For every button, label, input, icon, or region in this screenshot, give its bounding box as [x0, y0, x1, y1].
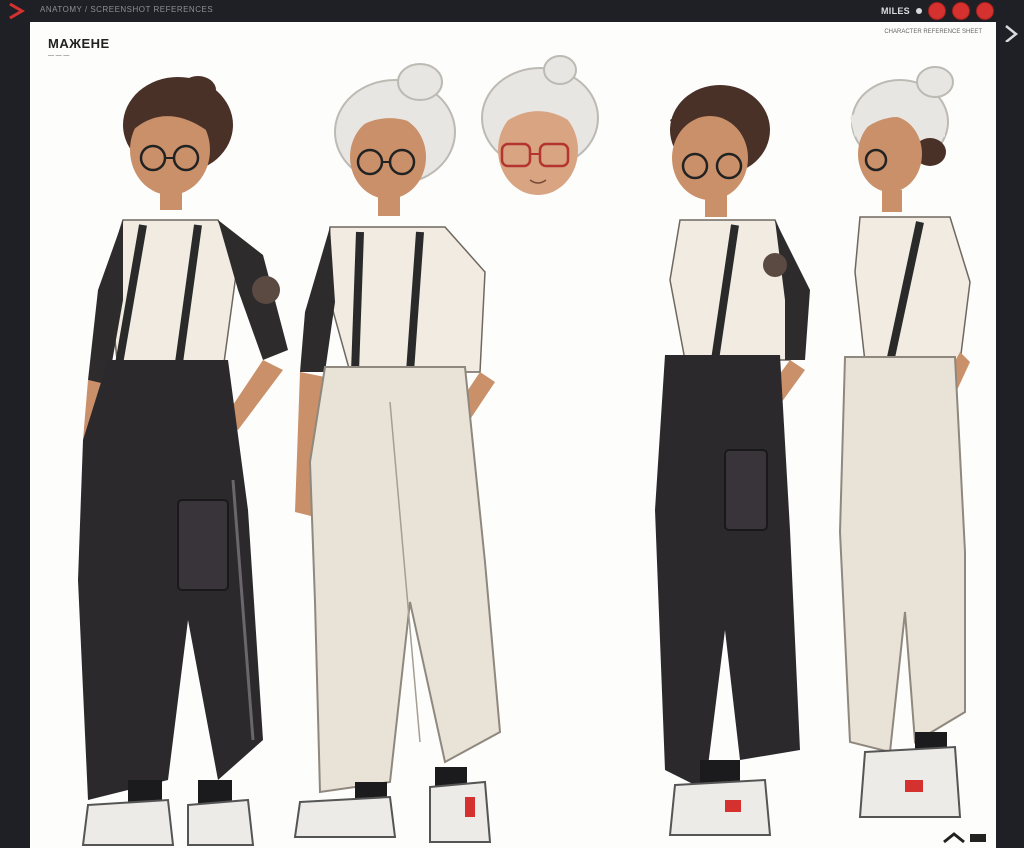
- figure-back-side-view: [838, 66, 971, 818]
- sheet-subtitle: — — —: [48, 53, 70, 59]
- sheet-title: МАЖЕНЕ: [48, 36, 110, 51]
- top-bar: ANATOMY / SCREENSHOT REFERENCES MILES: [0, 0, 1024, 22]
- color-swatch-3[interactable]: [976, 2, 994, 20]
- status-dot-icon: [916, 8, 922, 14]
- chevron-right-edge-icon[interactable]: [1002, 20, 1024, 42]
- top-label: MILES: [880, 6, 910, 16]
- color-swatch-1[interactable]: [928, 2, 946, 20]
- breadcrumb: ANATOMY / SCREENSHOT REFERENCES: [40, 5, 214, 14]
- sheet-note: CHARACTER REFERENCE SHEET: [884, 29, 982, 35]
- chevron-right-icon[interactable]: [6, 2, 30, 20]
- color-swatch-2[interactable]: [952, 2, 970, 20]
- top-right-group: MILES: [881, 2, 994, 20]
- corner-mark-icon: [943, 832, 986, 844]
- figure-head-detail: [481, 55, 599, 195]
- figure-side-view: [655, 85, 810, 836]
- figure-front-view: [78, 76, 288, 846]
- character-sheet: МАЖЕНЕ — — — CHARACTER REFERENCE SHEET: [30, 22, 996, 848]
